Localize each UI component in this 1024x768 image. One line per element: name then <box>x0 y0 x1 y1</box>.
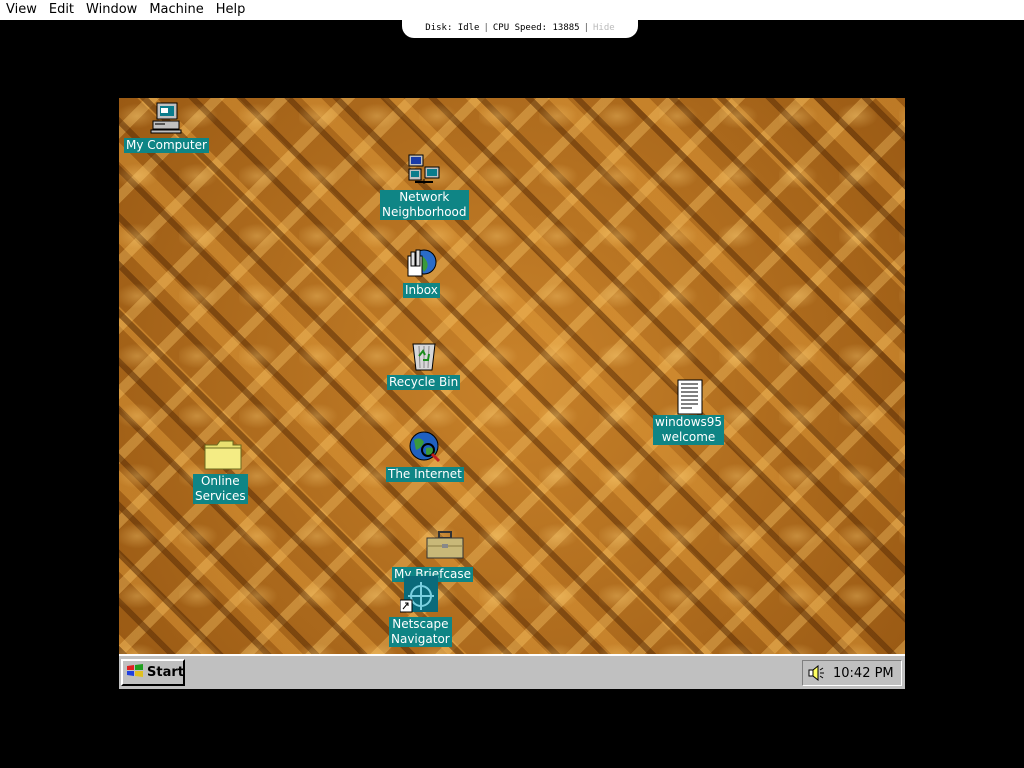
status-bar: Disk: Idle | CPU Speed: 13885 | Hide <box>402 18 638 38</box>
menu-view[interactable]: View <box>0 0 43 20</box>
the-internet-label: The Internet <box>386 467 464 482</box>
windows95-welcome-label: windows95 welcome <box>653 415 725 445</box>
online-services-label: Online Services <box>193 474 248 504</box>
desktop-icon-windows95-welcome[interactable]: windows95 welcome <box>653 378 725 445</box>
desktop-icon-online-services[interactable]: Online Services <box>193 437 248 504</box>
briefcase-icon <box>425 528 464 562</box>
desktop-icon-the-internet[interactable]: The Internet <box>386 430 464 482</box>
desktop[interactable]: My Computer Network Neighborhood Inbox R… <box>119 98 905 654</box>
network-neighborhood-label: Network Neighborhood <box>380 190 469 220</box>
desktop-icon-recycle-bin[interactable]: Recycle Bin <box>387 338 461 390</box>
netscape-icon <box>399 576 440 614</box>
my-computer-label: My Computer <box>124 138 209 153</box>
emulator-screen[interactable]: My Computer Network Neighborhood Inbox R… <box>119 98 905 689</box>
menu-window[interactable]: Window <box>80 0 143 20</box>
start-button[interactable]: Start <box>121 659 185 686</box>
host-menu-bar: View Edit Window Machine Help <box>0 0 1024 20</box>
start-label: Start <box>147 665 184 680</box>
speaker-volume-icon[interactable] <box>807 665 825 681</box>
status-separator: | <box>583 23 590 33</box>
desktop-icon-my-briefcase[interactable]: My Briefcase <box>392 528 473 582</box>
menu-machine[interactable]: Machine <box>143 0 209 20</box>
network-neighborhood-icon <box>407 153 441 187</box>
taskbar: Start 10:42 PM <box>119 654 905 689</box>
disk-status: Disk: Idle <box>425 23 480 33</box>
desktop-icon-inbox[interactable]: Inbox <box>403 246 440 298</box>
my-computer-icon <box>149 101 183 135</box>
recycle-bin-icon <box>407 338 441 372</box>
taskbar-clock[interactable]: 10:42 PM <box>833 666 894 681</box>
menu-edit[interactable]: Edit <box>43 0 80 20</box>
hide-status-button[interactable]: Hide <box>593 23 615 33</box>
internet-globe-icon <box>408 430 442 464</box>
desktop-icon-network-neighborhood[interactable]: Network Neighborhood <box>380 153 469 220</box>
netscape-navigator-label: Netscape Navigator <box>389 617 452 647</box>
cpu-speed: CPU Speed: 13885 <box>492 23 580 33</box>
text-document-icon <box>672 378 706 415</box>
status-separator: | <box>483 23 489 33</box>
system-tray: 10:42 PM <box>802 660 902 686</box>
inbox-icon <box>404 246 438 280</box>
desktop-icon-netscape-navigator[interactable]: Netscape Navigator <box>389 576 452 647</box>
menu-help[interactable]: Help <box>210 0 252 20</box>
desktop-icon-my-computer[interactable]: My Computer <box>124 101 209 153</box>
recycle-bin-label: Recycle Bin <box>387 375 461 390</box>
folder-icon <box>203 437 242 471</box>
windows-logo-icon <box>126 663 144 683</box>
inbox-label: Inbox <box>403 283 440 298</box>
